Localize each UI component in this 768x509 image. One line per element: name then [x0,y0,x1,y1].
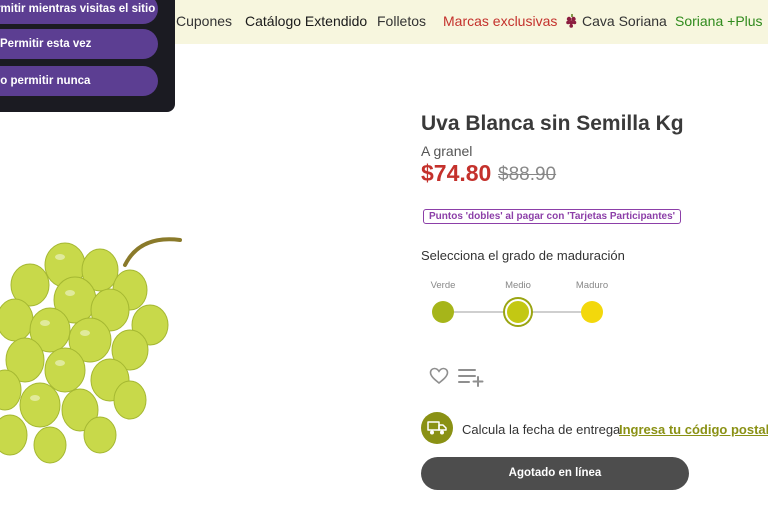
allow-this-time-button[interactable]: Permitir esta vez [0,29,158,59]
ripeness-label-medio: Medio [505,280,531,291]
allow-while-visiting-button[interactable]: Permitir mientras visitas el sitio [0,0,158,24]
delivery-text: Calcula la fecha de entrega [462,422,621,437]
nav-item-soriana-plus[interactable]: Soriana +Plus [675,13,763,29]
nav-item-folletos[interactable]: Folletos [377,13,426,29]
nav-item-cava-soriana-label: Cava Soriana [582,13,667,29]
delivery-badge [421,412,453,444]
nav-item-catalogo-extendido[interactable]: Catálogo Extendido [245,13,367,29]
truck-icon [427,421,447,435]
current-price: $74.80 [421,160,492,186]
ripeness-heading: Selecciona el grado de maduración [421,248,625,263]
ripeness-option-verde[interactable] [432,301,454,323]
nav-item-cava-soriana[interactable]: Cava Soriana [565,13,667,29]
product-title: Uva Blanca sin Semilla Kg [421,112,684,135]
ripeness-option-maduro[interactable] [581,301,603,323]
nav-item-cupones[interactable]: Cupones [176,13,232,29]
product-page: Cupones Catálogo Extendido Folletos Marc… [0,0,768,509]
add-to-list-icon[interactable] [457,367,485,387]
ripeness-label-verde: Verde [430,280,456,291]
nav-item-marcas-exclusivas[interactable]: Marcas exclusivas [443,13,557,29]
original-price: $88.90 [498,164,557,185]
product-image [0,237,182,464]
heart-icon[interactable] [429,367,449,385]
grape-icon [566,14,577,28]
sold-out-button[interactable]: Agotado en línea [421,457,689,490]
product-subtitle: A granel [421,143,473,159]
ripeness-label-maduro: Maduro [575,280,609,291]
promo-badge: Puntos 'dobles' al pagar con 'Tarjetas P… [423,209,682,224]
postal-code-link[interactable]: Ingresa tu código postal [619,422,768,437]
ripeness-option-medio[interactable] [505,299,531,325]
never-allow-button[interactable]: No permitir nunca [0,66,158,96]
